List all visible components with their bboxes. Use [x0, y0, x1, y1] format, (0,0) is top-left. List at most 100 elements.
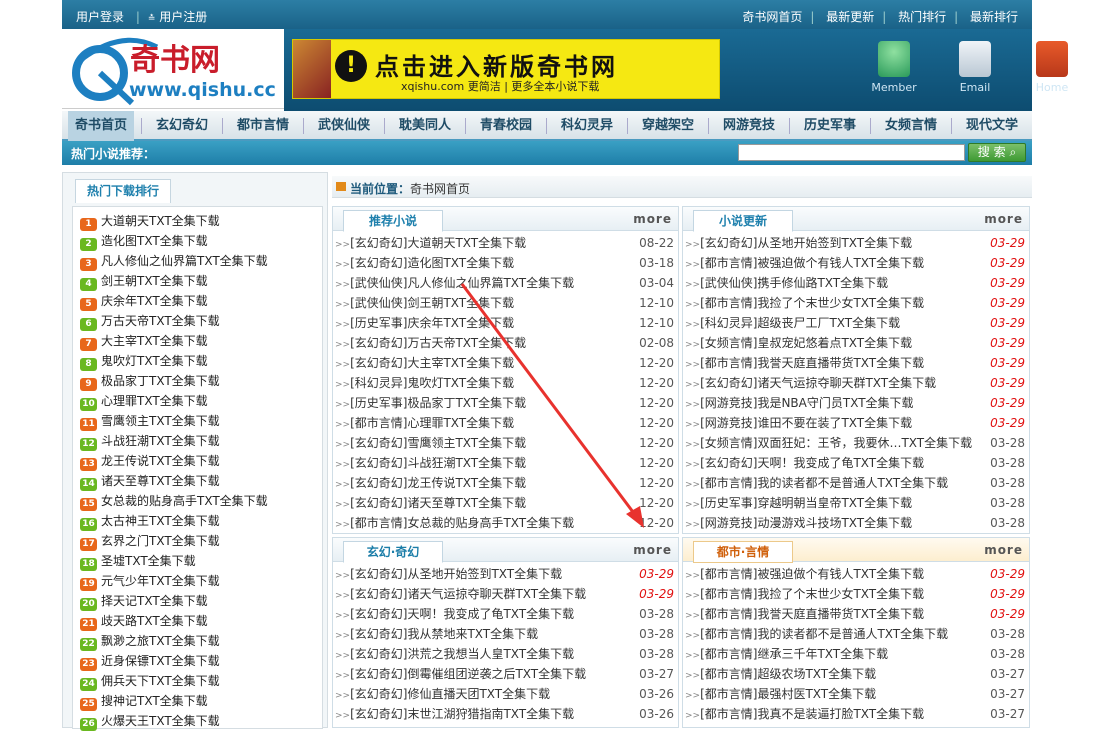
rank-item[interactable]: 16 太古神王TXT全集下载: [80, 511, 220, 531]
email-link[interactable]: Email: [940, 41, 1010, 94]
more-link[interactable]: more: [984, 543, 1023, 557]
rank-item[interactable]: 6 万古天帝TXT全集下载: [80, 311, 220, 331]
panel-title[interactable]: 小说更新: [693, 210, 793, 232]
rank-item[interactable]: 24 佣兵天下TXT全集下载: [80, 671, 220, 691]
list-item[interactable]: >>[玄幻奇幻]诸天气运掠夺聊天群TXT全集下载: [335, 584, 586, 604]
search-button[interactable]: 搜 索 ⌕: [968, 143, 1026, 162]
list-item[interactable]: >>[都市言情]超级农场TXT全集下载: [685, 664, 876, 684]
list-item[interactable]: >>[网游竞技]动漫游戏斗技场TXT全集下载: [685, 513, 912, 533]
list-item[interactable]: >>[玄幻奇幻]天啊！我变成了龟TXT全集下载: [335, 604, 574, 624]
list-item[interactable]: >>[玄幻奇幻]末世江湖狩猎指南TXT全集下载: [335, 704, 574, 724]
list-item[interactable]: >>[网游竞技]谁田不要在装了TXT全集下载: [685, 413, 912, 433]
nav-item-11[interactable]: 现代文学: [954, 111, 1030, 141]
list-item[interactable]: >>[都市言情]被强迫做个有钱人TXT全集下载: [685, 564, 924, 584]
promo-banner[interactable]: ! 点击进入新版奇书网 xqishu.com 更简洁 | 更多全本小说下载: [292, 39, 720, 99]
list-item[interactable]: >>[女频言情]双面狂妃：王爷，我要休…TXT全集下载: [685, 433, 972, 453]
nav-item-6[interactable]: 科幻灵异: [549, 111, 625, 141]
list-item[interactable]: >>[女频言情]皇叔宠妃悠着点TXT全集下载: [685, 333, 912, 353]
rank-item[interactable]: 7 大主宰TXT全集下载: [80, 331, 208, 351]
rank-item[interactable]: 18 圣墟TXT全集下载: [80, 551, 196, 571]
rank-item[interactable]: 2 造化图TXT全集下载: [80, 231, 208, 251]
rank-item[interactable]: 19 元气少年TXT全集下载: [80, 571, 220, 591]
member-link[interactable]: Member: [859, 41, 929, 94]
list-item[interactable]: >>[科幻灵异]鬼吹灯TXT全集下载: [335, 373, 514, 393]
list-item[interactable]: >>[历史军事]穿越明朝当皇帝TXT全集下载: [685, 493, 912, 513]
list-item[interactable]: >>[玄幻奇幻]修仙直播天团TXT全集下载: [335, 684, 550, 704]
list-item[interactable]: >>[玄幻奇幻]龙王传说TXT全集下载: [335, 473, 526, 493]
list-item[interactable]: >>[玄幻奇幻]从圣地开始签到TXT全集下载: [335, 564, 562, 584]
nav-item-5[interactable]: 青春校园: [468, 111, 544, 141]
rank-item[interactable]: 17 玄界之门TXT全集下载: [80, 531, 220, 551]
list-item[interactable]: >>[历史军事]庆余年TXT全集下载: [335, 313, 514, 333]
panel-title[interactable]: 玄幻·奇幻: [343, 541, 443, 563]
list-item[interactable]: >>[都市言情]我真不是装逼打脸TXT全集下载: [685, 704, 924, 724]
rank-item[interactable]: 23 近身保镖TXT全集下载: [80, 651, 220, 671]
list-item[interactable]: >>[玄幻奇幻]诸天至尊TXT全集下载: [335, 493, 526, 513]
list-item[interactable]: >>[玄幻奇幻]我从禁地来TXT全集下载: [335, 624, 538, 644]
rank-item[interactable]: 9 极品家丁TXT全集下载: [80, 371, 220, 391]
list-item[interactable]: >>[玄幻奇幻]万古天帝TXT全集下载: [335, 333, 526, 353]
list-item[interactable]: >>[科幻灵异]超级丧尸工厂TXT全集下载: [685, 313, 900, 333]
nav-item-1[interactable]: 玄幻奇幻: [144, 111, 220, 141]
rank-item[interactable]: 1 大道朝天TXT全集下载: [80, 211, 220, 231]
list-item[interactable]: >>[历史军事]极品家丁TXT全集下载: [335, 393, 526, 413]
list-item[interactable]: >>[玄幻奇幻]造化图TXT全集下载: [335, 253, 514, 273]
list-item[interactable]: >>[都市言情]我誉天庭直播带货TXT全集下载: [685, 353, 924, 373]
list-item[interactable]: >>[玄幻奇幻]斗战狂潮TXT全集下载: [335, 453, 526, 473]
sidebar-title[interactable]: 热门下载排行: [75, 179, 171, 203]
rank-item[interactable]: 22 飘渺之旅TXT全集下载: [80, 631, 220, 651]
rank-item[interactable]: 10 心理罪TXT全集下载: [80, 391, 208, 411]
nav-item-2[interactable]: 都市言情: [225, 111, 301, 141]
crumb-value[interactable]: 奇书网首页: [410, 182, 470, 196]
home-link[interactable]: 奇书网首页: [742, 10, 802, 24]
register-link[interactable]: 用户注册: [159, 10, 207, 24]
rank-item[interactable]: 13 龙王传说TXT全集下载: [80, 451, 220, 471]
list-item[interactable]: >>[网游竞技]我是NBA守门员TXT全集下载: [685, 393, 914, 413]
list-item[interactable]: >>[玄幻奇幻]倒霉催组团逆袭之后TXT全集下载: [335, 664, 586, 684]
panel-title[interactable]: 推荐小说: [343, 210, 443, 232]
more-link[interactable]: more: [633, 543, 672, 557]
list-item[interactable]: >>[玄幻奇幻]大主宰TXT全集下载: [335, 353, 514, 373]
site-logo[interactable]: 奇书网 www.qishu.cc: [62, 29, 284, 109]
more-link[interactable]: more: [984, 212, 1023, 226]
list-item[interactable]: >>[都市言情]我的读者都不是普通人TXT全集下载: [685, 624, 948, 644]
panel-title[interactable]: 都市·言情: [693, 541, 793, 563]
list-item[interactable]: >>[都市言情]被强迫做个有钱人TXT全集下载: [685, 253, 924, 273]
list-item[interactable]: >>[都市言情]我誉天庭直播带货TXT全集下载: [685, 604, 924, 624]
nav-item-8[interactable]: 网游竞技: [711, 111, 787, 141]
list-item[interactable]: >>[武侠仙侠]剑王朝TXT全集下载: [335, 293, 514, 313]
list-item[interactable]: >>[玄幻奇幻]从圣地开始签到TXT全集下载: [685, 233, 912, 253]
rank-item[interactable]: 20 择天记TXT全集下载: [80, 591, 208, 611]
rank-item[interactable]: 12 斗战狂潮TXT全集下载: [80, 431, 220, 451]
home-icon-link[interactable]: Home: [1017, 41, 1087, 94]
list-item[interactable]: >>[玄幻奇幻]洪荒之我想当人皇TXT全集下载: [335, 644, 574, 664]
rank-item[interactable]: 3 凡人修仙之仙界篇TXT全集下载: [80, 251, 268, 271]
list-item[interactable]: >>[都市言情]我捡了个末世少女TXT全集下载: [685, 293, 924, 313]
list-item[interactable]: >>[玄幻奇幻]大道朝天TXT全集下载: [335, 233, 526, 253]
latest-rank-link[interactable]: 最新排行: [970, 10, 1018, 24]
more-link[interactable]: more: [633, 212, 672, 226]
list-item[interactable]: >>[玄幻奇幻]天啊！我变成了龟TXT全集下载: [685, 453, 924, 473]
list-item[interactable]: >>[玄幻奇幻]雪鹰领主TXT全集下载: [335, 433, 526, 453]
nav-item-4[interactable]: 耽美同人: [387, 111, 463, 141]
nav-item-7[interactable]: 穿越架空: [630, 111, 706, 141]
list-item[interactable]: >>[武侠仙侠]携手修仙路TXT全集下载: [685, 273, 888, 293]
list-item[interactable]: >>[都市言情]我捡了个末世少女TXT全集下载: [685, 584, 924, 604]
rank-item[interactable]: 14 诸天至尊TXT全集下载: [80, 471, 220, 491]
rank-item[interactable]: 4 剑王朝TXT全集下载: [80, 271, 208, 291]
nav-item-0[interactable]: 奇书首页: [68, 111, 134, 141]
list-item[interactable]: >>[都市言情]我的读者都不是普通人TXT全集下载: [685, 473, 948, 493]
list-item[interactable]: >>[都市言情]最强村医TXT全集下载: [685, 684, 876, 704]
search-input[interactable]: [738, 144, 965, 161]
login-link[interactable]: 用户登录: [76, 10, 124, 24]
nav-item-3[interactable]: 武侠仙侠: [306, 111, 382, 141]
list-item[interactable]: >>[玄幻奇幻]诸天气运掠夺聊天群TXT全集下载: [685, 373, 936, 393]
list-item[interactable]: >>[都市言情]女总裁的贴身高手TXT全集下载: [335, 513, 574, 533]
hot-rank-link[interactable]: 热门排行: [898, 10, 946, 24]
latest-update-link[interactable]: 最新更新: [826, 10, 874, 24]
rank-item[interactable]: 5 庆余年TXT全集下载: [80, 291, 208, 311]
rank-item[interactable]: 11 雪鹰领主TXT全集下载: [80, 411, 220, 431]
list-item[interactable]: >>[都市言情]心理罪TXT全集下载: [335, 413, 514, 433]
list-item[interactable]: >>[都市言情]继承三千年TXT全集下载: [685, 644, 888, 664]
list-item[interactable]: >>[武侠仙侠]凡人修仙之仙界篇TXT全集下载: [335, 273, 574, 293]
